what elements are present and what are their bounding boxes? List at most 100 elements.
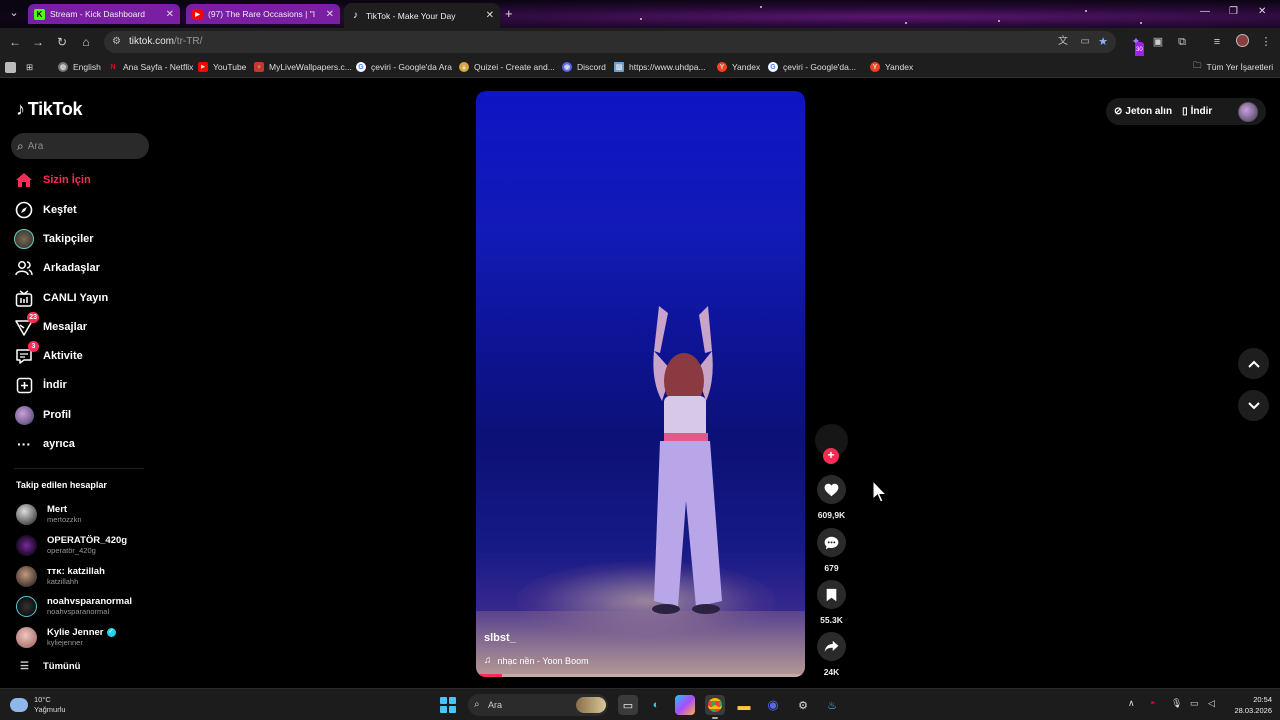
reading-list-icon[interactable]: ≡ — [1209, 34, 1225, 50]
tab-tiktok[interactable]: ♪ TikTok - Make Your Day ✕ — [344, 3, 500, 28]
like-button[interactable] — [817, 475, 846, 504]
bookmark-mylivewallpapers[interactable]: ♆ MyLiveWallpapers.c... — [254, 60, 352, 74]
chrome-icon[interactable] — [705, 695, 725, 719]
tab-kick[interactable]: K Stream - Kick Dashboard ✕ — [28, 4, 180, 24]
edge-icon[interactable]: ◐ — [646, 695, 666, 715]
file-explorer-icon[interactable]: ▬ — [734, 695, 754, 715]
volume-icon[interactable]: ◁ — [1208, 698, 1215, 709]
next-video-button[interactable] — [1238, 390, 1269, 421]
bookmark-google-ceviri[interactable]: Gçeviri - Google'da Ara — [356, 60, 452, 74]
microphone-icon[interactable]: 🎙 — [1171, 698, 1182, 709]
profile-avatar-icon[interactable] — [1234, 34, 1250, 50]
taskbar-search[interactable]: ⌕ Ara — [468, 694, 608, 716]
nav-live[interactable]: CANLI Yayın — [14, 287, 108, 309]
nav-messages[interactable]: 23 Mesajlar — [14, 312, 87, 338]
following-account[interactable]: noahvsparanormal noahvsparanormal — [16, 594, 132, 618]
nav-profile[interactable]: Profil — [14, 404, 71, 426]
close-window-icon[interactable]: ✕ — [1258, 6, 1266, 17]
see-all-link[interactable]: ☰ Tümünü — [20, 661, 80, 672]
tab-search-chevron-icon[interactable]: ⌄ — [6, 6, 22, 22]
bookmark-google-ceviri-2[interactable]: Gçeviri - Google'da... — [768, 60, 856, 74]
kebab-menu-icon[interactable]: ⋮ — [1258, 34, 1274, 50]
bookmark-uhdpaper[interactable]: ▨ https://www.uhdpa... — [614, 60, 706, 74]
back-arrow-icon[interactable]: ← — [7, 34, 23, 50]
follow-plus-icon[interactable]: + — [823, 448, 839, 464]
task-view-icon[interactable]: ▭ — [618, 695, 638, 715]
apps-grid-icon[interactable]: ⊞ — [26, 60, 33, 74]
cast-icon[interactable]: ▭ — [1081, 31, 1090, 53]
browser-tab-strip: ⌄ K Stream - Kick Dashboard ✕ ▶ (97) The… — [0, 0, 1280, 28]
search-box[interactable]: ⌕ — [11, 133, 149, 159]
clock-time: 20:54 — [1253, 695, 1272, 704]
bookmark-quizei[interactable]: ▴ Quizei - Create and... — [459, 60, 555, 74]
video-music[interactable]: ♫ nhạc nền - Yoon Boom — [484, 655, 589, 666]
tray-app-icon[interactable]: ◓ — [1150, 698, 1155, 708]
background-star — [640, 18, 642, 20]
following-account[interactable]: Kylie Jenner ✓ kyliejenner — [16, 625, 116, 649]
steam-icon[interactable]: ♨ — [822, 695, 842, 715]
site-info-icon[interactable]: ⚙ — [112, 31, 121, 53]
google-icon: G — [768, 62, 778, 72]
extensions-puzzle-icon[interactable]: ⧉ — [1174, 34, 1190, 50]
tray-overflow-chevron-icon[interactable]: ∧ — [1128, 698, 1135, 709]
bookmark-yandex[interactable]: Y Yandex — [717, 60, 760, 74]
bookmark-youtube[interactable]: ▶ YouTube — [198, 60, 246, 74]
nav-activity[interactable]: 3 Aktivite — [14, 341, 83, 367]
clock[interactable]: 20:54 28.03.2026 — [1228, 694, 1272, 716]
nav-friends[interactable]: Arkadaşlar — [14, 257, 100, 279]
forward-arrow-icon[interactable]: → — [30, 34, 46, 50]
previous-video-button[interactable] — [1238, 348, 1269, 379]
discord-icon[interactable]: ◉ — [763, 695, 783, 715]
nav-download[interactable]: İndir — [14, 374, 67, 396]
following-title: Takip edilen hesaplar — [16, 480, 107, 490]
music-title: nhạc nền - Yoon Boom — [497, 655, 589, 666]
network-icon[interactable]: ▭ — [1190, 698, 1199, 709]
youtube-icon: ▶ — [192, 8, 203, 20]
copilot-icon[interactable] — [675, 695, 695, 715]
tiktok-logo[interactable]: ♪ TikTok — [16, 99, 83, 120]
nav-explore[interactable]: Keşfet — [14, 199, 77, 221]
settings-gear-icon[interactable]: ⚙ — [793, 695, 813, 715]
windows-start-icon[interactable] — [440, 697, 456, 713]
close-tab-icon[interactable]: ✕ — [486, 10, 494, 21]
search-input[interactable] — [27, 140, 138, 152]
bookmark-star-icon[interactable]: ★ — [1098, 31, 1108, 53]
bookmark-discord[interactable]: ◉ Discord — [562, 60, 606, 74]
avatar — [16, 534, 37, 556]
new-tab-plus-icon[interactable]: + — [505, 6, 513, 21]
download-app-button[interactable]: ▯ İndir — [1182, 106, 1212, 117]
tab-groups-icon[interactable]: ▣ — [1150, 34, 1166, 50]
save-button[interactable] — [817, 580, 846, 609]
video-progress-bar[interactable] — [476, 674, 805, 677]
avatar — [16, 595, 37, 617]
all-bookmarks[interactable]: 🗀 Tüm Yer İşaretleri — [1193, 60, 1273, 74]
comment-button[interactable] — [817, 528, 846, 557]
following-account[interactable]: Mert mertozzkn — [16, 502, 82, 526]
extension-icon[interactable]: ✦30 — [1128, 34, 1144, 58]
share-button[interactable] — [817, 632, 846, 661]
address-bar[interactable]: ⚙ tiktok.com/tr-TR/ 文 ▭ ★ — [104, 31, 1116, 53]
translate-icon[interactable]: 文 — [1058, 31, 1068, 53]
bookmark-yandex-2[interactable]: Y Yandex — [870, 60, 913, 74]
close-tab-icon[interactable]: ✕ — [326, 9, 334, 20]
weather-widget[interactable]: 10°C Yağmurlu — [10, 695, 66, 715]
following-account[interactable]: OPERATÖR_420g operatör_420g — [16, 533, 127, 557]
user-avatar[interactable] — [1238, 101, 1258, 122]
friends-icon — [14, 258, 34, 278]
bookmark-netflix[interactable]: N Ana Sayfa - Netflix — [108, 60, 193, 74]
following-account[interactable]: ᴛᴛᴋ: katzillah katzillahh — [16, 564, 105, 588]
minimize-icon[interactable]: — — [1200, 6, 1210, 17]
video-username[interactable]: slbst_ — [484, 632, 516, 644]
nav-followers[interactable]: Takipçiler — [14, 228, 94, 250]
reload-icon[interactable]: ↻ — [54, 34, 70, 50]
video-player[interactable]: slbst_ ♫ nhạc nền - Yoon Boom — [476, 91, 805, 677]
home-icon[interactable]: ⌂ — [78, 34, 94, 50]
get-coins-button[interactable]: ⊘ Jeton alın — [1114, 106, 1172, 117]
bookmark-english[interactable]: ◍ English — [58, 60, 101, 74]
nav-more[interactable]: ··· ayrıca — [14, 433, 75, 455]
bookmarks-toggle-icon[interactable] — [5, 60, 16, 74]
nav-for-you[interactable]: Sizin İçin — [14, 169, 91, 191]
tab-youtube[interactable]: ▶ (97) The Rare Occasions | "I ✕ — [186, 4, 340, 24]
close-tab-icon[interactable]: ✕ — [166, 9, 174, 20]
restore-icon[interactable]: ❐ — [1229, 6, 1238, 17]
